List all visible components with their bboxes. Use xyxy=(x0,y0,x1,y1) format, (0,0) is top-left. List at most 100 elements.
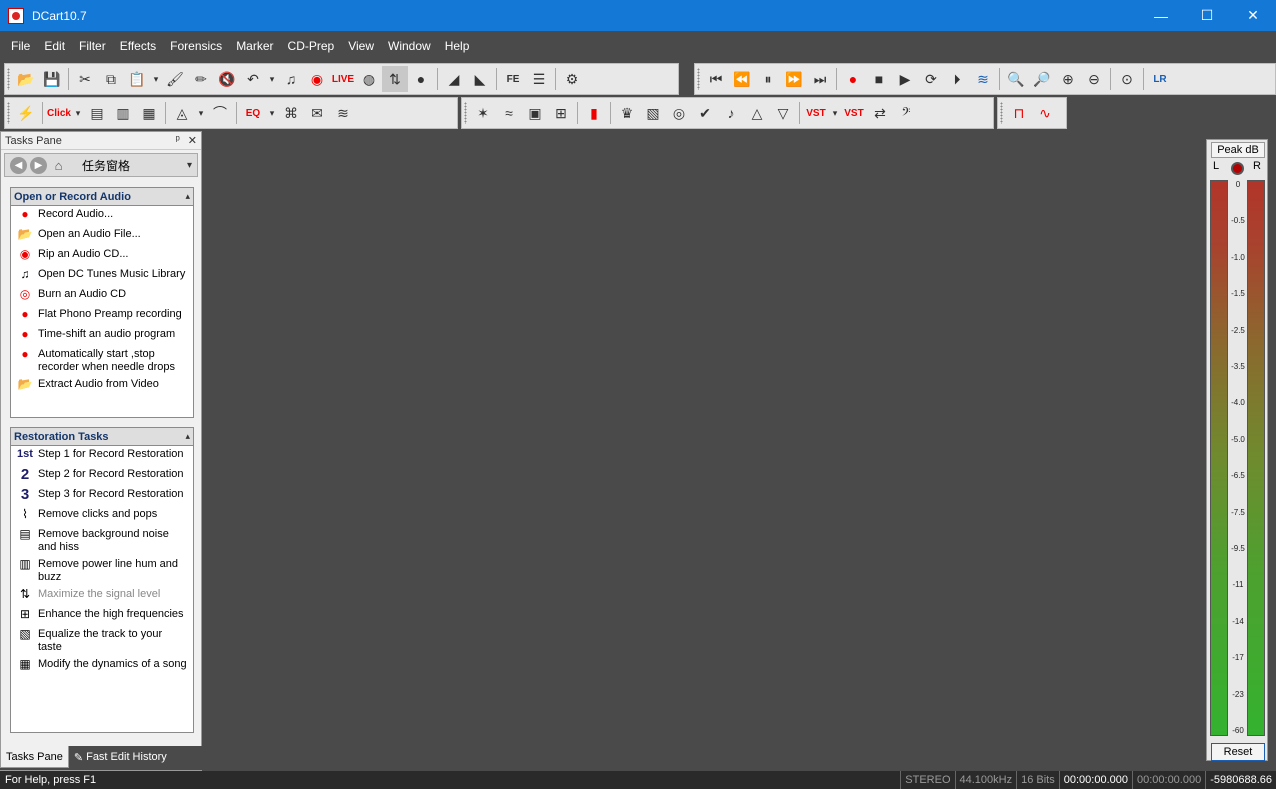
pause-icon[interactable]: ⏸ xyxy=(755,66,781,92)
noise-icon[interactable]: ▤ xyxy=(84,100,110,126)
task-extract-video[interactable]: 📂 Extract Audio from Video xyxy=(11,376,193,396)
collapse-icon[interactable]: ▴ xyxy=(185,431,190,442)
disc-icon[interactable]: ● xyxy=(408,66,434,92)
paste-icon[interactable]: 📋 xyxy=(124,66,150,92)
undo-icon[interactable]: ↶ xyxy=(240,66,266,92)
record-player-icon[interactable]: ◍ xyxy=(356,66,382,92)
fade-in-icon[interactable]: ◢ xyxy=(441,66,467,92)
zoom-out-icon[interactable]: 🔎 xyxy=(1029,66,1055,92)
effect-bars-icon[interactable]: ▮ xyxy=(581,100,607,126)
normalize-icon[interactable]: ☰ xyxy=(526,66,552,92)
filter-bank-icon[interactable]: ▦ xyxy=(136,100,162,126)
task-modify-dynamics[interactable]: ▦ Modify the dynamics of a song xyxy=(11,656,193,676)
forward-icon[interactable]: ▶ xyxy=(30,156,47,174)
fade-out-icon[interactable]: ◣ xyxy=(467,66,493,92)
effect-star-icon[interactable]: ✶ xyxy=(470,100,496,126)
tab-tasks-pane[interactable]: Tasks Pane xyxy=(0,746,69,768)
open-folder-icon[interactable]: 📂 xyxy=(13,66,39,92)
clip-led-icon[interactable] xyxy=(1231,162,1244,175)
app-icon[interactable] xyxy=(8,7,24,24)
bass-clef-icon[interactable]: 𝄢 xyxy=(893,100,919,126)
eq-dropdown-icon[interactable]: ▾ xyxy=(266,100,278,126)
undo-dropdown-icon[interactable]: ▾ xyxy=(266,66,278,92)
menu-effects[interactable]: Effects xyxy=(113,39,163,53)
fast-forward-icon[interactable]: ⏩ xyxy=(781,66,807,92)
task-burn-cd[interactable]: ◎ Burn an Audio CD xyxy=(11,286,193,306)
stop-icon[interactable]: ■ xyxy=(866,66,892,92)
menu-edit[interactable]: Edit xyxy=(37,39,72,53)
home-icon[interactable]: ⌂ xyxy=(50,157,67,174)
enhance-icon[interactable]: ◬ xyxy=(169,100,195,126)
effect-trophy-icon[interactable]: ♛ xyxy=(614,100,640,126)
task-dc-tunes[interactable]: ♫ Open DC Tunes Music Library xyxy=(11,266,193,286)
dynamics-icon[interactable]: ▧ xyxy=(640,100,666,126)
declick-dropdown-icon[interactable]: ▾ xyxy=(72,100,84,126)
record-icon[interactable]: ● xyxy=(840,66,866,92)
menu-view[interactable]: View xyxy=(341,39,381,53)
skip-to-start-icon[interactable]: ⏮ xyxy=(703,66,729,92)
eq-icon[interactable]: EQ xyxy=(240,100,266,126)
routing-icon[interactable]: ⌘ xyxy=(278,100,304,126)
zoom-in-icon[interactable]: 🔍 xyxy=(1003,66,1029,92)
zoom-full-icon[interactable]: ⊙ xyxy=(1114,66,1140,92)
effect-wave-icon[interactable]: ≈ xyxy=(496,100,522,126)
hum-icon[interactable]: ▥ xyxy=(110,100,136,126)
paste-dropdown-icon[interactable]: ▾ xyxy=(150,66,162,92)
step-filter-icon[interactable]: ⚡ xyxy=(13,100,39,126)
effect-tube-icon[interactable]: ⊞ xyxy=(548,100,574,126)
enhance-dropdown-icon[interactable]: ▾ xyxy=(195,100,207,126)
task-step-1[interactable]: 1st Step 1 for Record Restoration xyxy=(11,446,193,466)
effect-dial-icon[interactable]: ◎ xyxy=(666,100,692,126)
gear-icon[interactable]: ⚙ xyxy=(559,66,585,92)
fast-edit-icon[interactable]: FE xyxy=(500,66,526,92)
task-equalize[interactable]: ▧ Equalize the track to your taste xyxy=(11,626,193,656)
zoom-selection-icon[interactable]: ⊖ xyxy=(1081,66,1107,92)
lr-channel-icon[interactable]: LR xyxy=(1147,66,1173,92)
effect-check-icon[interactable]: ✔ xyxy=(692,100,718,126)
copy-icon[interactable]: ⧉ xyxy=(98,66,124,92)
loop-icon[interactable]: ⟳ xyxy=(918,66,944,92)
pin-icon[interactable]: ᵖ xyxy=(176,134,180,147)
task-open-audio-file[interactable]: 📂 Open an Audio File... xyxy=(11,226,193,246)
music-library-icon[interactable]: ♫ xyxy=(278,66,304,92)
close-icon[interactable]: ✕ xyxy=(188,134,197,147)
back-icon[interactable]: ◀ xyxy=(10,156,27,174)
menu-cd-prep[interactable]: CD-Prep xyxy=(281,39,342,53)
envelope-icon[interactable]: ✉ xyxy=(304,100,330,126)
menu-filter[interactable]: Filter xyxy=(72,39,113,53)
task-remove-hum[interactable]: ▥ Remove power line hum and buzz xyxy=(11,556,193,586)
task-phono-preamp[interactable]: ● Flat Phono Preamp recording xyxy=(11,306,193,326)
mute-icon[interactable]: 🔇 xyxy=(214,66,240,92)
task-auto-start-stop[interactable]: ● Automatically start ,stop recorder when… xyxy=(11,346,193,376)
wind-icon[interactable]: ≋ xyxy=(330,100,356,126)
signal-level-icon[interactable]: ⇅ xyxy=(382,66,408,92)
play-icon[interactable]: ▶ xyxy=(892,66,918,92)
play-selection-icon[interactable]: ⏵ xyxy=(944,66,970,92)
effect-triangle-icon[interactable]: △ xyxy=(744,100,770,126)
menu-marker[interactable]: Marker xyxy=(229,39,280,53)
section-header[interactable]: Restoration Tasks ▴ xyxy=(11,428,193,446)
curve-icon[interactable]: ⌒ xyxy=(207,100,233,126)
vst-dropdown-icon[interactable]: ▾ xyxy=(829,100,841,126)
section-header[interactable]: Open or Record Audio ▴ xyxy=(11,188,193,206)
rewind-icon[interactable]: ⏪ xyxy=(729,66,755,92)
task-step-3[interactable]: 3 Step 3 for Record Restoration xyxy=(11,486,193,506)
skip-to-end-icon[interactable]: ⏭ xyxy=(807,66,833,92)
maximize-button[interactable]: ☐ xyxy=(1184,0,1230,31)
swap-icon[interactable]: ⇄ xyxy=(867,100,893,126)
task-rip-cd[interactable]: ◉ Rip an Audio CD... xyxy=(11,246,193,266)
task-time-shift[interactable]: ● Time-shift an audio program xyxy=(11,326,193,346)
menu-file[interactable]: File xyxy=(4,39,37,53)
square-wave-icon[interactable]: ⊓ xyxy=(1006,100,1032,126)
task-enhance-high[interactable]: ⊞ Enhance the high frequencies xyxy=(11,606,193,626)
brush-icon[interactable]: 🖌 xyxy=(162,66,188,92)
chevron-down-icon[interactable]: ▾ xyxy=(187,160,192,171)
cut-icon[interactable]: ✂ xyxy=(72,66,98,92)
collapse-icon[interactable]: ▴ xyxy=(185,191,190,202)
menu-forensics[interactable]: Forensics xyxy=(163,39,229,53)
save-icon[interactable]: 💾 xyxy=(39,66,65,92)
task-step-2[interactable]: 2 Step 2 for Record Restoration xyxy=(11,466,193,486)
menu-help[interactable]: Help xyxy=(438,39,477,53)
menu-window[interactable]: Window xyxy=(381,39,438,53)
declick-icon[interactable]: Click xyxy=(46,100,72,126)
